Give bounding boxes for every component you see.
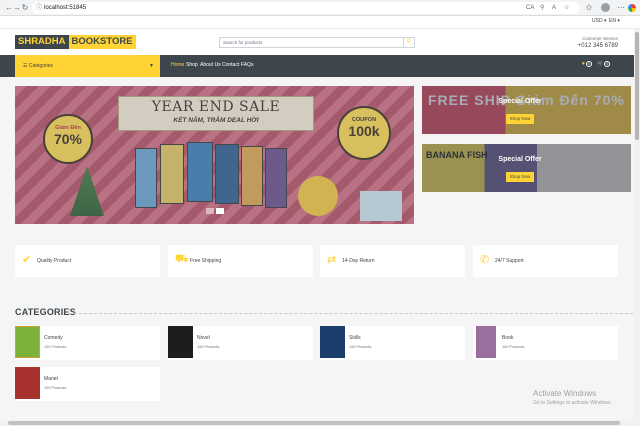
vertical-scrollbar-thumb[interactable] — [635, 32, 639, 140]
category-thumbnail — [15, 326, 40, 358]
feature-label: Quality Product — [37, 258, 72, 264]
horizontal-scrollbar-thumb[interactable] — [8, 421, 620, 425]
profile-icon[interactable] — [601, 3, 610, 12]
special-offer-2[interactable]: BANANA FISH Special Offer Shop Now — [422, 144, 631, 192]
edge-icon[interactable] — [628, 4, 636, 12]
category-card-book[interactable]: Book 100 Products — [473, 326, 618, 360]
category-name: Book — [502, 335, 514, 341]
nav-contact[interactable]: Contact — [222, 62, 239, 68]
feature-quality: ✔ Quality Product — [15, 245, 160, 277]
lock-icon: ⓘ — [36, 5, 43, 11]
feature-return: ⇄ 14-Day Return — [320, 245, 465, 277]
carousel-dot-active[interactable] — [216, 208, 224, 214]
top-bar: USD ▾ EN ▾ — [0, 16, 640, 29]
heart-icon: ♥ — [582, 61, 585, 67]
carousel-dot[interactable] — [206, 208, 214, 214]
offer-overlay — [422, 86, 631, 134]
logo-part2: BOOKSTORE — [68, 35, 136, 49]
feature-label: Free Shipping — [190, 258, 222, 264]
chevron-down-icon: ▼ — [149, 63, 154, 69]
category-count: 100 Products — [502, 345, 525, 349]
phone-icon: ✆ — [480, 254, 490, 266]
category-name: Novel — [197, 335, 210, 341]
carousel-indicators — [206, 208, 242, 214]
nav-shop[interactable]: Shop — [186, 62, 198, 68]
category-card-skills[interactable]: Skills 100 Products — [320, 326, 465, 360]
url-text: localhost:51845 — [44, 5, 87, 11]
shop-now-button[interactable]: Shop Now — [506, 172, 534, 182]
category-count: 100 Products — [197, 345, 220, 349]
category-card-manet[interactable]: Manet 100 Products — [15, 367, 160, 401]
offer-overlay — [422, 144, 631, 192]
cart-count: 0 — [604, 61, 611, 67]
currency-select[interactable]: USD ▾ — [592, 18, 606, 24]
zoom-icon[interactable]: ⚲ — [540, 2, 544, 14]
hero-carousel[interactable]: YEAR END SALE KẾT NĂM, TRĂM DEAL HỜI Giả… — [15, 86, 414, 224]
nav-home[interactable]: Home — [171, 62, 184, 68]
feature-shipping: ⛟ Free Shipping — [168, 245, 313, 277]
read-aloud-icon[interactable]: A — [552, 2, 556, 14]
address-bar[interactable]: ⓘ localhost:51845 CA ⚲ A ☆ — [32, 2, 580, 14]
category-count: 100 Products — [349, 345, 372, 349]
feature-label: 24/7 Support — [495, 258, 524, 264]
category-name: Skills — [349, 335, 361, 341]
star-icon[interactable]: ☆ — [564, 2, 569, 14]
wishlist-count: 0 — [585, 61, 592, 67]
logo[interactable]: SHRADHA BOOKSTORE — [15, 35, 136, 49]
categories-heading: CATEGORIES — [15, 307, 76, 317]
heading-divider — [69, 313, 633, 314]
activate-windows-title: Activate Windows — [533, 389, 597, 398]
shop-now-button[interactable]: Shop Now — [506, 114, 534, 124]
category-name: Comedy — [44, 335, 63, 341]
feature-label: 14-Day Return — [342, 258, 375, 264]
activate-windows-subtitle: Go to Settings to activate Windows. — [533, 400, 612, 406]
phone-number: +012 345 6789 — [577, 43, 618, 49]
favorites-icon[interactable]: ✩ — [584, 3, 594, 13]
search-icon[interactable]: ⚲ — [403, 37, 415, 48]
offer-title: Special Offer — [498, 156, 542, 163]
translate-icon[interactable]: CA — [526, 2, 534, 14]
category-thumbnail — [476, 326, 496, 358]
logo-part1: SHRADHA — [15, 35, 69, 49]
feature-support: ✆ 24/7 Support — [473, 245, 618, 277]
category-count: 100 Products — [44, 386, 67, 390]
special-offer-1[interactable]: FREE SHIP Giảm Đến 70% Special Offer Sho… — [422, 86, 631, 134]
browser-toolbar: ← → ↻ ⓘ localhost:51845 CA ⚲ A ☆ ✩ ⋯ — [0, 0, 640, 16]
cart-icon: 🛒 — [597, 61, 604, 67]
wishlist-button[interactable]: ♥ 0 — [582, 61, 592, 68]
categories-dropdown[interactable]: ☰ Categories ▼ — [15, 55, 160, 77]
offer-title: Special Offer — [498, 98, 542, 105]
category-count: 100 Products — [44, 345, 67, 349]
nav-faqs[interactable]: FAQs — [241, 62, 254, 68]
menu-icon[interactable]: ⋯ — [616, 3, 626, 13]
category-thumbnail — [168, 326, 193, 358]
carousel-overlay — [15, 86, 414, 224]
category-card-comedy[interactable]: Comedy 100 Products — [15, 326, 160, 360]
cart-button[interactable]: 🛒 0 — [597, 61, 611, 68]
category-thumbnail — [320, 326, 345, 358]
check-icon: ✔ — [22, 254, 32, 266]
category-thumbnail — [15, 367, 40, 399]
category-name: Manet — [44, 376, 58, 382]
exchange-icon: ⇄ — [327, 254, 337, 266]
truck-icon: ⛟ — [175, 253, 189, 265]
reload-icon[interactable]: ↻ — [20, 3, 30, 13]
nav-about-us[interactable]: About Us — [200, 62, 221, 68]
category-card-novel[interactable]: Novel 100 Products — [168, 326, 313, 360]
search-input[interactable]: Search for products — [219, 37, 415, 48]
language-select[interactable]: EN ▾ — [609, 18, 620, 24]
customer-service-label: Customer Service — [582, 36, 618, 41]
categories-label: ☰ Categories — [23, 63, 54, 69]
